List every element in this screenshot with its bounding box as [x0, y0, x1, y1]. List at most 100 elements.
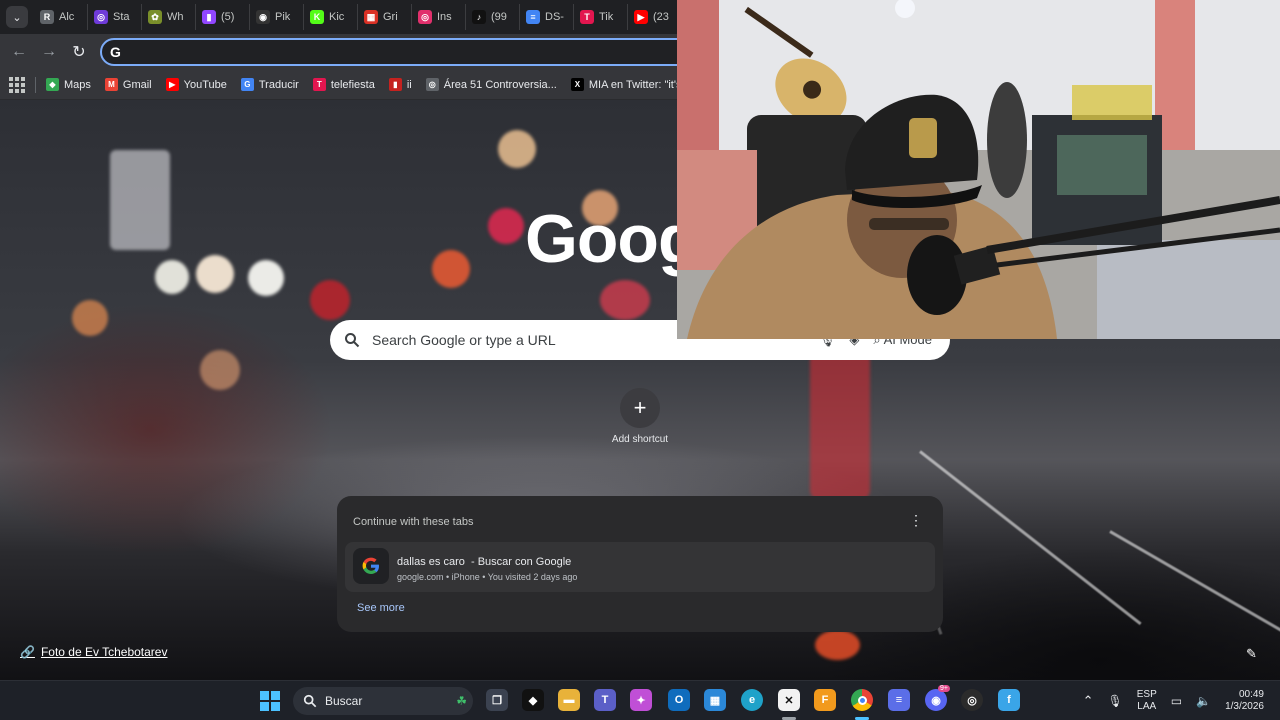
windows-start-button[interactable]: [260, 691, 280, 711]
volume-icon[interactable]: 🔈: [1196, 695, 1211, 707]
arrow-right-icon: →: [41, 43, 57, 60]
bookmark-item[interactable]: Ttelefiesta: [312, 78, 375, 91]
telefiesta-icon: T: [312, 78, 326, 91]
clock[interactable]: 00:49 1/3/2026: [1225, 689, 1264, 713]
tab-title: DS-: [545, 11, 564, 23]
roblox-icon[interactable]: ◆: [522, 689, 544, 711]
bookmark-item[interactable]: ◎ Área 51 Controversia...: [425, 78, 557, 91]
chrome-icon[interactable]: [851, 689, 873, 711]
search-icon: [303, 694, 317, 708]
browser-tab[interactable]: ◎ Sta: [88, 4, 142, 30]
bookmark-item[interactable]: X MIA en Twitter: "it's...: [570, 78, 691, 91]
translate-icon: G: [240, 78, 254, 91]
bookmark-item[interactable]: ▶ YouTube: [165, 78, 227, 91]
obs-icon[interactable]: ◎: [961, 689, 983, 711]
bookmark-label: MIA en Twitter: "it's...: [588, 78, 691, 91]
windows-taskbar: Buscar ☘ ❐ ◆ ▬ T ✦ O ▦ e ✕ F ≡ ◉ 9+ ◎ f …: [0, 680, 1280, 720]
more-options-icon[interactable]: ⋮: [909, 512, 923, 529]
photo-credit-link[interactable]: 🔗 Foto de Ev Tchebotarev: [20, 645, 167, 659]
gmail-icon: M: [104, 78, 118, 91]
search-highlight-icon: ☘: [456, 694, 467, 708]
browser-tab[interactable]: ▶ (23: [628, 4, 682, 30]
bookmark-item[interactable]: ▮ ii: [388, 78, 412, 91]
chevron-up-icon[interactable]: ⌃: [1083, 694, 1094, 707]
browser-tab[interactable]: ≡ DS-: [520, 4, 574, 30]
browser-tab[interactable]: ◉ Pik: [250, 4, 304, 30]
continue-tab-item[interactable]: dallas es caro - Buscar con Google googl…: [345, 542, 935, 592]
google-logo: Goog: [525, 201, 700, 277]
address-bar[interactable]: G: [100, 38, 700, 66]
system-tray: ⌃ 🎙 ESP LAA ▭ 🔈 00:49 1/3/2026: [1083, 681, 1280, 720]
microphone-tray-icon[interactable]: 🎙: [1108, 695, 1123, 707]
continue-tabs-card: Continue with these tabs ⋮ dallas es car…: [337, 496, 943, 632]
bookmark-item[interactable]: ◆ Maps: [46, 78, 91, 91]
file-explorer-icon[interactable]: ▬: [558, 689, 580, 711]
back-button[interactable]: ←: [4, 37, 34, 67]
bookmark-label: Maps: [64, 78, 91, 91]
youtube-icon: ▶: [634, 10, 648, 24]
browser-tab[interactable]: ✿ Wh: [142, 4, 196, 30]
network-icon[interactable]: ▭: [1171, 695, 1182, 707]
bookmark-item[interactable]: M Gmail: [104, 78, 152, 91]
clock-date: 1/3/2026: [1225, 701, 1264, 712]
tab-title: Tik: [599, 11, 614, 23]
continue-item-title: dallas es caro - Buscar con Google: [397, 556, 572, 568]
search-icon: [345, 333, 360, 348]
discord-icon[interactable]: ◉: [925, 689, 947, 711]
language-bottom: LAA: [1137, 701, 1157, 712]
reload-icon: ↻: [72, 44, 86, 61]
fl-studio-icon[interactable]: F: [814, 689, 836, 711]
add-shortcut-tile[interactable]: + Add shortcut: [610, 388, 670, 445]
tasks-app-icon[interactable]: ≡: [888, 689, 910, 711]
apps-grid-icon[interactable]: [9, 76, 25, 93]
tiktok-icon: ♪: [472, 10, 486, 24]
notes-app-icon[interactable]: f: [998, 689, 1020, 711]
capcut-icon[interactable]: ✕: [778, 689, 800, 711]
bookmark-red-icon: ▮: [388, 78, 402, 91]
plant-icon: ✿: [148, 10, 162, 24]
browser-tab[interactable]: K Kic: [304, 4, 358, 30]
taskbar-search-box[interactable]: Buscar ☘: [293, 687, 473, 715]
bookmark-label: Gmail: [122, 78, 152, 91]
docs-icon: ≡: [526, 10, 540, 24]
outlook-icon[interactable]: O: [668, 689, 690, 711]
clock-time: 00:49: [1238, 689, 1264, 700]
store-icon[interactable]: ▦: [704, 689, 726, 711]
reload-button[interactable]: ↻: [64, 37, 94, 67]
continue-item-meta: google.com • iPhone • You visited 2 days…: [397, 572, 578, 582]
browser-tab[interactable]: ♪ (99: [466, 4, 520, 30]
see-more-link[interactable]: See more: [357, 602, 405, 614]
browser-tab[interactable]: T Tik: [574, 4, 628, 30]
tab-search-button[interactable]: ⌄: [6, 6, 28, 28]
globe-icon: ◎: [425, 78, 439, 91]
language-indicator[interactable]: ESP LAA: [1137, 689, 1157, 713]
forward-button[interactable]: →: [34, 37, 64, 67]
bookmark-label: Área 51 Controversia...: [443, 78, 557, 91]
bookmarks-divider: [35, 76, 36, 93]
tab-title: (5): [221, 11, 235, 23]
instagram-icon: ◎: [418, 10, 432, 24]
youtube-icon: ▶: [165, 78, 179, 91]
maps-icon: ◆: [46, 78, 59, 91]
search-placeholder: Search Google or type a URL: [372, 332, 556, 348]
pikachu-icon: ◉: [256, 10, 270, 24]
tab-title: Sta: [113, 11, 130, 23]
task-view-icon[interactable]: ❐: [486, 689, 508, 711]
copilot-icon[interactable]: ✦: [630, 689, 652, 711]
x-icon: X: [570, 78, 584, 91]
tab-title: Alc: [59, 11, 75, 23]
customize-pencil-icon[interactable]: ✎: [1246, 646, 1257, 662]
teams-icon[interactable]: T: [594, 689, 616, 711]
twitch-icon: ▮: [202, 10, 216, 24]
browser-tab[interactable]: R Alc: [34, 4, 88, 30]
edge-icon[interactable]: e: [741, 689, 763, 711]
roblox-icon: R: [40, 10, 54, 24]
plus-icon: +: [633, 395, 647, 420]
browser-tab[interactable]: ◎ Ins: [412, 4, 466, 30]
browser-tab[interactable]: ▮ (5): [196, 4, 250, 30]
chevron-down-icon: ⌄: [12, 11, 22, 24]
arrow-left-icon: ←: [11, 43, 27, 60]
bookmark-item[interactable]: G Traducir: [240, 78, 299, 91]
browser-tab[interactable]: ▦ Gri: [358, 4, 412, 30]
tab-title: Wh: [167, 11, 184, 23]
